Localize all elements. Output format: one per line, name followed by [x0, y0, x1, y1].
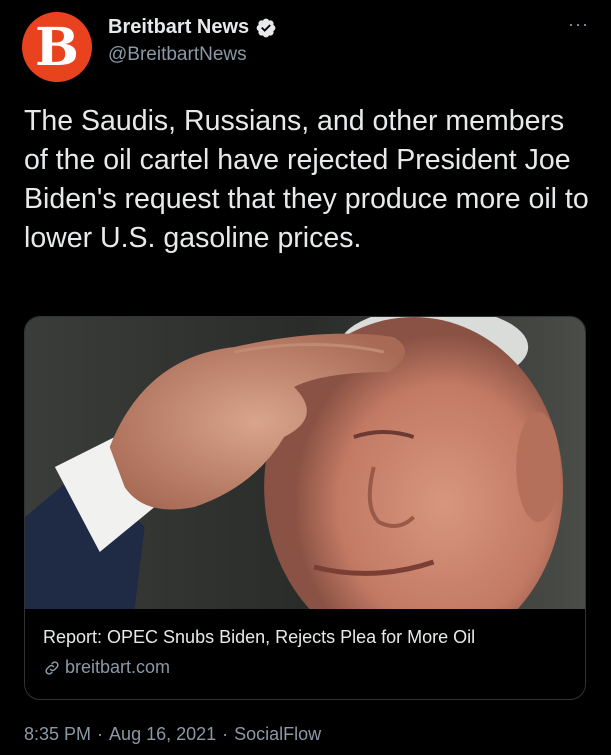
more-options-icon[interactable]: ···: [568, 14, 589, 35]
avatar-letter: B: [35, 17, 79, 78]
display-name[interactable]: Breitbart News: [108, 16, 249, 39]
card-domain[interactable]: breitbart.com: [43, 657, 170, 678]
tweet-source[interactable]: SocialFlow: [234, 724, 321, 745]
link-icon: [45, 660, 59, 675]
tweet-meta: 8:35 PM · Aug 16, 2021 · SocialFlow: [24, 724, 321, 745]
meta-separator: ·: [97, 724, 104, 744]
verified-badge-icon: [256, 18, 276, 37]
tweet-date[interactable]: Aug 16, 2021: [109, 724, 216, 745]
author-name-row[interactable]: Breitbart News: [108, 16, 277, 39]
article-photo[interactable]: [25, 317, 585, 609]
card-domain-label: breitbart.com: [65, 657, 171, 677]
tweet-text: The Saudis, Russians, and other members …: [24, 105, 589, 254]
meta-separator: ·: [222, 724, 229, 744]
tweet-time[interactable]: 8:35 PM: [24, 724, 91, 745]
card-title[interactable]: Report: OPEC Snubs Biden, Rejects Plea f…: [43, 627, 475, 648]
handle[interactable]: @BreitbartNews: [108, 44, 247, 66]
article-photo-art: [25, 317, 585, 609]
avatar[interactable]: B: [22, 12, 92, 82]
link-card[interactable]: Report: OPEC Snubs Biden, Rejects Plea f…: [24, 316, 586, 700]
